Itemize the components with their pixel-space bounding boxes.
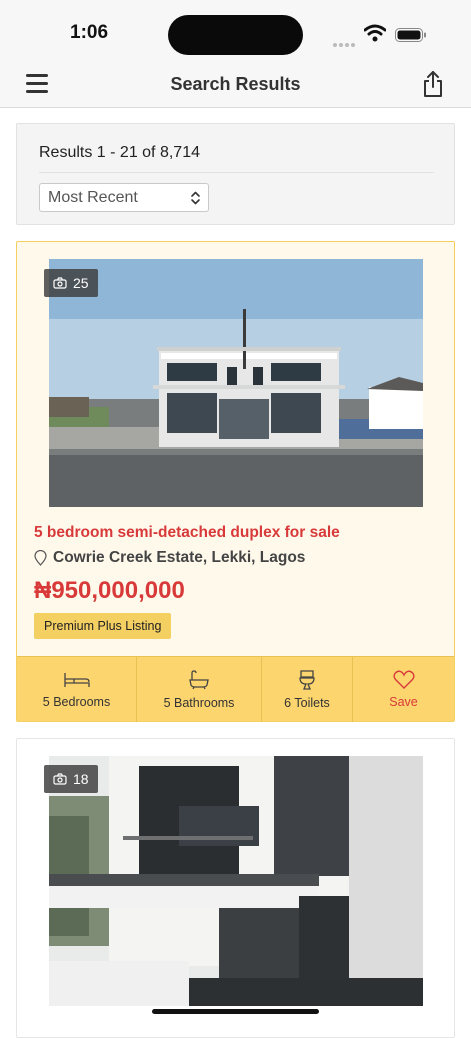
listing-photo[interactable] [49,756,423,1006]
toilet-icon [299,669,315,690]
photo-count: 18 [73,771,89,787]
status-time: 1:06 [70,22,109,43]
dynamic-island [168,15,303,55]
listing-photo[interactable] [49,259,423,507]
sort-value: Most Recent [48,189,138,206]
save-button[interactable]: Save [353,657,454,722]
location-pin-icon [34,550,47,566]
cellular-signal-icon [333,34,357,47]
photo-count-badge: 25 [44,269,98,297]
feature-bathrooms: 5 Bathrooms [137,657,262,722]
listing-card[interactable]: 18 [16,738,455,1038]
bathtub-icon [189,669,209,689]
camera-icon [53,277,67,289]
divider [39,172,434,173]
page-title: Search Results [170,74,301,94]
listing-location: Cowrie Creek Estate, Lekki, Lagos [34,549,305,567]
photo-count-badge: 18 [44,765,98,793]
photo-count: 25 [73,275,89,291]
sort-dropdown[interactable]: Most Recent [39,183,209,212]
heart-icon [392,670,415,689]
listing-card[interactable]: 25 5 bedroom semi-detached duplex for sa… [16,241,455,722]
status-bar: 1:06 [0,0,471,60]
listing-title[interactable]: 5 bedroom semi-detached duplex for sale [34,524,340,542]
wifi-icon [364,24,386,42]
bathrooms-label: 5 Bathrooms [163,695,235,710]
premium-listing-badge: Premium Plus Listing [34,613,172,639]
share-icon[interactable] [421,70,445,98]
toilets-label: 6 Toilets [284,695,330,710]
results-count: Results 1 - 21 of 8,714 [39,144,200,161]
results-summary: Results 1 - 21 of 8,714 Most Recent [16,123,455,225]
save-label: Save [389,695,418,709]
camera-icon [53,773,67,785]
battery-icon [395,28,426,42]
feature-bar: 5 Bedrooms 5 Bathrooms 6 Toilets Save [17,656,454,722]
home-indicator[interactable] [152,1009,319,1014]
bed-icon [63,672,90,687]
navigation-bar: Search Results [0,60,471,108]
chevron-up-down-icon [191,191,200,205]
location-text: Cowrie Creek Estate, Lekki, Lagos [53,549,306,566]
listing-price: ₦950,000,000 [34,577,185,604]
feature-bedrooms: 5 Bedrooms [17,657,137,722]
feature-toilets: 6 Toilets [262,657,353,722]
bedrooms-label: 5 Bedrooms [42,694,111,709]
